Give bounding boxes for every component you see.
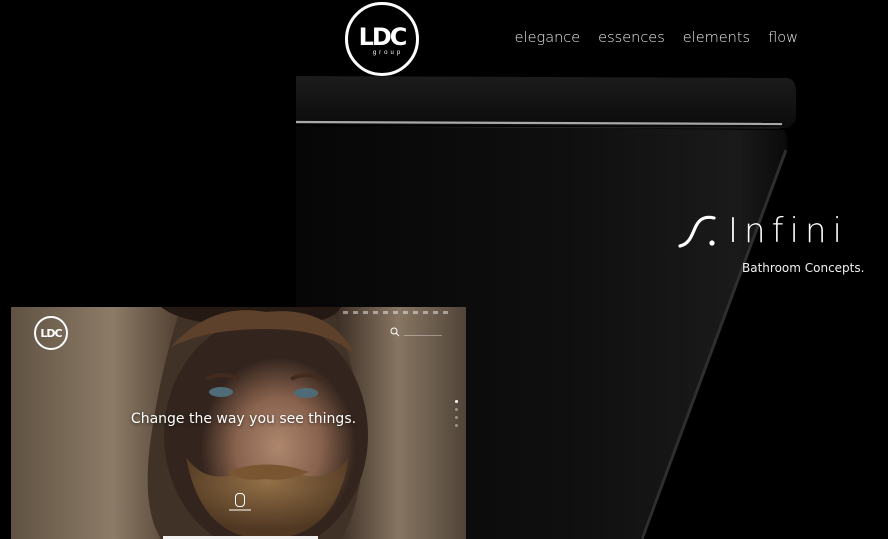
brand-tagline: Bathroom Concepts.: [742, 261, 865, 275]
swoosh-icon: [678, 215, 716, 248]
nav-link-essences[interactable]: essences: [598, 30, 665, 46]
inset-screenshot: LDC Change the way you see things.: [11, 307, 466, 539]
scroll-label: [229, 509, 251, 511]
slide-dot-4[interactable]: [455, 424, 458, 427]
inset-headline: Change the way you see things.: [130, 411, 357, 427]
page: LDC group elegance essences elements flo…: [0, 0, 888, 539]
inset-ldc-logo[interactable]: LDC: [34, 316, 68, 350]
logo-subtext: group: [372, 49, 404, 56]
nav-link-elegance[interactable]: elegance: [515, 30, 581, 46]
slide-dot-2[interactable]: [455, 408, 458, 411]
inset-nav-placeholder: [343, 311, 448, 314]
logo-mark: LDC: [358, 22, 408, 51]
slide-dot-3[interactable]: [455, 416, 458, 419]
slide-dot-1[interactable]: [455, 400, 458, 403]
main-nav: elegance essences elements flow: [515, 30, 798, 46]
nav-link-flow[interactable]: flow: [768, 30, 798, 46]
slide-dots: [455, 400, 458, 427]
inset-logo-mark: LDC: [40, 326, 62, 340]
scroll-mouse-icon[interactable]: [235, 493, 245, 507]
nav-link-elements[interactable]: elements: [683, 30, 750, 46]
inset-search-field[interactable]: [404, 327, 442, 336]
brand-name: Infini: [728, 211, 848, 251]
search-icon[interactable]: [390, 327, 400, 337]
brand-block: Infini Bathroom Concepts.: [676, 205, 864, 275]
brand-row: Infini: [676, 205, 848, 257]
ldc-logo[interactable]: LDC group: [345, 2, 419, 76]
